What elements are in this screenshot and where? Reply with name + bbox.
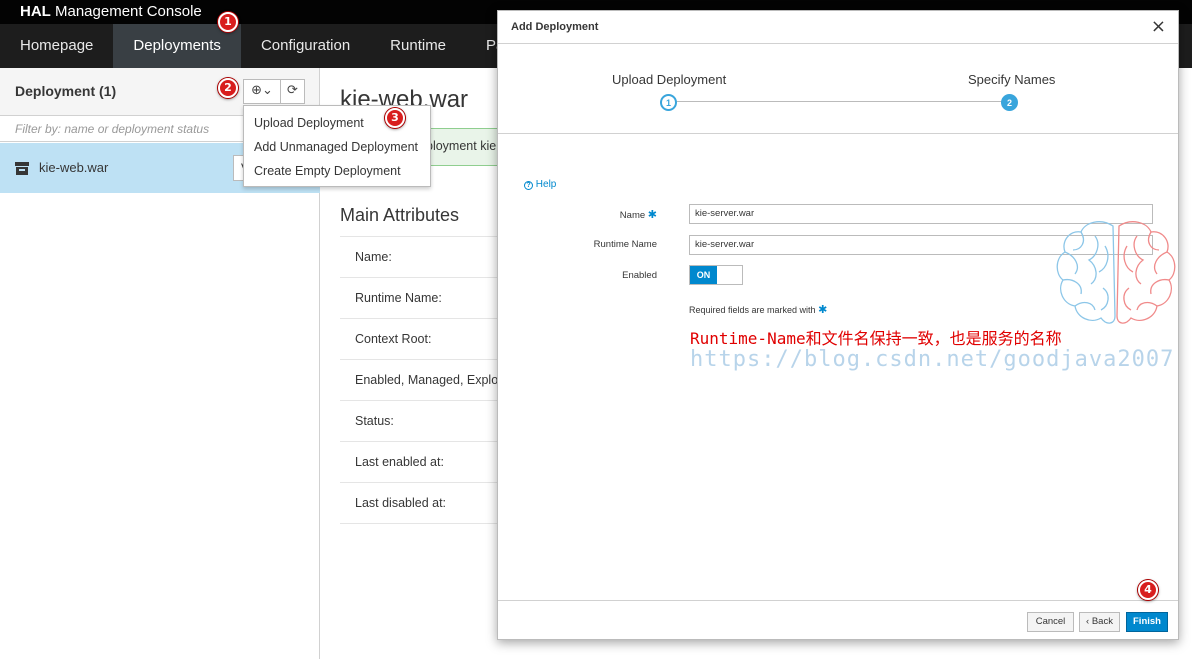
runtime-name-label: Runtime Name (593, 239, 657, 250)
deployment-name: kie-web.war (39, 160, 109, 175)
help-label: Help (535, 179, 557, 190)
attribute-name: Name: (340, 236, 500, 277)
step-specify-label: Specify Names (968, 72, 1056, 87)
dialog-header: Add Deployment × (498, 11, 1178, 44)
help-link[interactable]: ? Help (524, 179, 556, 190)
attribute-context-root: Context Root: (340, 318, 500, 359)
attribute-divider (340, 523, 500, 524)
finish-button[interactable]: Finish (1126, 612, 1168, 632)
step-connector (677, 101, 1010, 102)
brain-logo-icon (1056, 221, 1176, 324)
close-icon[interactable]: × (1151, 16, 1166, 37)
refresh-icon[interactable]: ⟳ (280, 79, 305, 104)
callout-marker-2: 2 (218, 78, 238, 98)
archive-icon (15, 162, 29, 175)
name-label-text: Name (619, 210, 646, 221)
callout-marker-1: 1 (218, 12, 238, 32)
dialog-footer: Cancel ‹ Back Finish (498, 600, 1178, 640)
cancel-button[interactable]: Cancel (1027, 612, 1074, 632)
menu-item-add-unmanaged[interactable]: Add Unmanaged Deployment (244, 135, 430, 159)
required-fields-note: Required fields are marked with ✱ (689, 303, 827, 316)
step-2-indicator: 2 (1001, 94, 1018, 111)
dialog-title: Add Deployment (511, 21, 599, 33)
attribute-status: Status: (340, 400, 500, 441)
callout-marker-4: 4 (1138, 580, 1158, 600)
add-deployment-dialog: Add Deployment × Upload Deployment Speci… (497, 10, 1179, 640)
back-button[interactable]: ‹ Back (1079, 612, 1120, 632)
menu-item-create-empty[interactable]: Create Empty Deployment (244, 159, 430, 183)
annotation-text: Runtime-Name和文件名保持一致，也是服务的名称 (690, 329, 1062, 348)
nav-deployments[interactable]: Deployments (113, 24, 241, 68)
watermark-url: https://blog.csdn.net/goodjava2007 (690, 347, 1175, 372)
step-1-indicator[interactable]: 1 (660, 94, 677, 111)
required-marker-icon: ✱ (647, 209, 657, 221)
help-icon: ? (524, 181, 533, 190)
nav-runtime[interactable]: Runtime (370, 24, 466, 68)
wizard-steps: Upload Deployment Specify Names 1 2 (498, 44, 1178, 134)
section-title: Main Attributes (340, 205, 460, 225)
toggle-on-state: ON (690, 266, 717, 284)
nav-configuration[interactable]: Configuration (241, 24, 370, 68)
step-upload-label: Upload Deployment (612, 72, 727, 87)
name-label: Name ✱ (620, 208, 657, 221)
column-title: Deployment (1) (15, 83, 117, 99)
enabled-toggle[interactable]: ON (689, 265, 743, 285)
attribute-last-enabled: Last enabled at: (340, 441, 500, 482)
app-title: Management Console (55, 3, 202, 20)
app-brand: HAL (20, 3, 51, 20)
attribute-runtime-name: Runtime Name: (340, 277, 500, 318)
add-deployment-button[interactable]: ⊕⌄ (243, 79, 281, 104)
required-note-marker-icon: ✱ (818, 304, 828, 316)
nav-homepage[interactable]: Homepage (0, 24, 113, 68)
attribute-enabled-managed: Enabled, Managed, Exploded: (340, 359, 500, 400)
attribute-last-disabled: Last disabled at: (340, 482, 500, 523)
callout-marker-3: 3 (385, 108, 405, 128)
required-note-text: Required fields are marked with (689, 305, 816, 315)
enabled-label: Enabled (622, 270, 657, 281)
